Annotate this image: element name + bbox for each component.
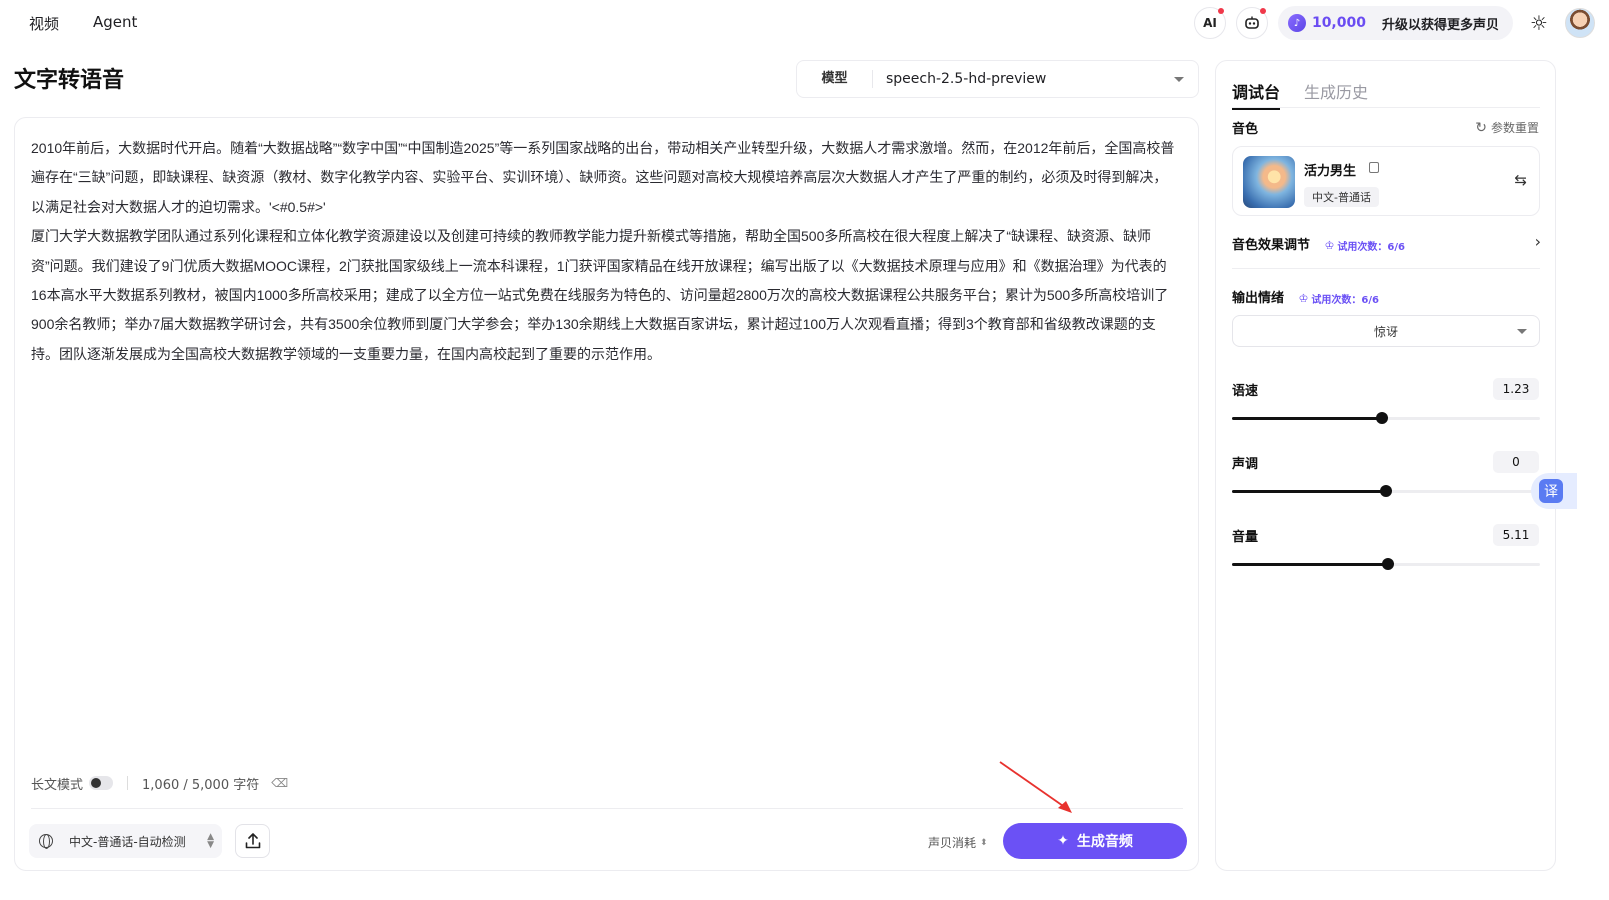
upload-icon — [245, 833, 260, 849]
voice-thumbnail — [1243, 156, 1295, 208]
voice-language-tag: 中文-普通话 — [1304, 187, 1379, 207]
nav-right-group: AI ♪ 10,000 升级以获得更多声贝 ☼ — [1193, 6, 1595, 40]
model-value: speech-2.5-hd-preview — [886, 71, 1047, 87]
credits-upgrade-button[interactable]: ♪ 10,000 升级以获得更多声贝 — [1277, 6, 1513, 40]
divider — [127, 776, 129, 790]
voice-name: 活力男生 — [1304, 164, 1357, 179]
volume-label: 音量 — [1232, 530, 1259, 545]
theme-toggle-sun-icon[interactable]: ☼ — [1523, 7, 1555, 39]
generate-audio-label: 生成音频 — [1076, 834, 1133, 850]
language-value: 中文-普通话-自动检测 — [69, 834, 186, 849]
language-select[interactable]: 中文-普通话-自动检测 ▲ ▼ — [29, 824, 222, 858]
emotion-section-title-row: 输出情绪 ♔ 试用次数：6/6 — [1232, 287, 1379, 306]
translate-float-button[interactable]: 译 — [1531, 473, 1577, 509]
clear-text-eraser-icon[interactable]: ⌫ — [271, 776, 288, 790]
text-editor: 2010年前后，大数据时代开启。随着“大数据战略”“数字中国”“中国制造2025… — [14, 117, 1199, 871]
robot-icon — [1245, 16, 1259, 29]
copy-icon[interactable] — [1369, 162, 1379, 173]
ai-icon: AI — [1203, 16, 1217, 30]
char-count: 1,060 / 5,000 字符 — [142, 777, 260, 793]
reset-params-button[interactable]: ↻ 参数重置 — [1475, 119, 1539, 136]
slider-fill — [1232, 490, 1386, 493]
emotion-title: 输出情绪 — [1232, 291, 1285, 306]
trial-count: 试用次数：6/6 — [1311, 295, 1379, 306]
reset-icon: ↻ — [1475, 119, 1487, 136]
notification-dot — [1259, 8, 1266, 14]
model-select[interactable]: 模型 speech-2.5-hd-preview — [796, 60, 1199, 98]
voice-effect-row[interactable]: 音色效果调节 ♔ 试用次数：6/6 — [1232, 234, 1405, 253]
divider — [1232, 268, 1540, 269]
robot-button[interactable] — [1235, 7, 1268, 39]
swap-voice-icon[interactable]: ⇆ — [1514, 171, 1527, 189]
generate-audio-button[interactable]: ✦ 生成音频 — [1003, 823, 1187, 859]
nav-link-video[interactable]: 视频 — [29, 13, 59, 34]
pitch-slider[interactable] — [1232, 485, 1540, 497]
pitch-label: 声调 — [1232, 457, 1259, 472]
crown-icon: ♔ — [1324, 239, 1335, 252]
crown-icon: ♔ — [1298, 292, 1309, 305]
emotion-select[interactable]: 惊讶 — [1232, 315, 1540, 347]
credit-amount: 10,000 — [1311, 15, 1366, 31]
pitch-value[interactable]: 0 — [1493, 451, 1539, 473]
chevron-down-icon — [1174, 76, 1184, 82]
emotion-value: 惊讶 — [1373, 324, 1398, 339]
speed-value[interactable]: 1.23 — [1493, 378, 1539, 400]
translate-icon: 译 — [1539, 479, 1563, 503]
divider — [1232, 107, 1540, 108]
speed-label: 语速 — [1232, 384, 1259, 399]
settings-panel: 调试台 生成历史 音色 ↻ 参数重置 活力男生 中文-普通话 ⇆ 音色效果调节 … — [1215, 60, 1556, 871]
trial-badge: ♔ 试用次数：6/6 — [1325, 238, 1405, 253]
cost-label: 声贝消耗 — [928, 836, 977, 850]
trial-count: 试用次数：6/6 — [1337, 242, 1405, 253]
volume-value[interactable]: 5.11 — [1493, 524, 1539, 546]
slider-fill — [1232, 563, 1389, 566]
notification-dot — [1217, 8, 1224, 14]
page-title: 文字转语音 — [14, 68, 125, 93]
cost-selector[interactable]: 声贝消耗 ⬍ — [928, 834, 988, 851]
updown-chevron-icon: ⬍ — [980, 837, 988, 848]
credit-coin-icon: ♪ — [1287, 14, 1306, 32]
trial-badge: ♔ 试用次数：6/6 — [1299, 291, 1379, 306]
reset-params-label: 参数重置 — [1490, 121, 1539, 135]
updown-chevron-icon: ▲ ▼ — [207, 832, 214, 850]
editor-status-bar: 长文模式 1,060 / 5,000 字符 ⌫ — [31, 774, 288, 793]
top-nav: 视频 Agent AI ♪ 10,000 升级以获得更多声贝 ☼ — [0, 0, 1609, 46]
tab-debug-console[interactable]: 调试台 — [1232, 79, 1281, 110]
long-mode-toggle[interactable] — [89, 776, 114, 790]
upload-button[interactable] — [235, 824, 270, 858]
nav-link-agent[interactable]: Agent — [93, 13, 137, 31]
tab-history[interactable]: 生成历史 — [1304, 79, 1368, 103]
sparkle-icon: ✦ — [1057, 833, 1069, 849]
upgrade-label: 升级以获得更多声贝 — [1381, 17, 1499, 33]
speed-slider[interactable] — [1232, 412, 1540, 424]
long-mode-label: 长文模式 — [31, 777, 84, 793]
panel-tabs: 调试台 生成历史 — [1232, 79, 1368, 110]
globe-icon — [39, 834, 53, 849]
slider-handle[interactable] — [1380, 485, 1392, 497]
slider-fill — [1232, 417, 1382, 420]
chevron-right-icon[interactable]: › — [1535, 232, 1541, 251]
ai-button[interactable]: AI — [1193, 7, 1226, 39]
slider-handle[interactable] — [1382, 558, 1395, 570]
voice-section-title: 音色 — [1232, 122, 1259, 137]
slider-handle[interactable] — [1375, 412, 1388, 424]
user-avatar[interactable] — [1565, 8, 1595, 38]
model-label: 模型 — [797, 70, 873, 88]
text-input-area[interactable]: 2010年前后，大数据时代开启。随着“大数据战略”“数字中国”“中国制造2025… — [31, 134, 1176, 369]
chevron-down-icon — [1517, 328, 1527, 334]
volume-slider[interactable] — [1232, 558, 1540, 570]
voice-card[interactable]: 活力男生 中文-普通话 ⇆ — [1232, 146, 1540, 216]
voice-effect-title: 音色效果调节 — [1232, 238, 1311, 253]
annotation-arrow — [999, 761, 1072, 813]
